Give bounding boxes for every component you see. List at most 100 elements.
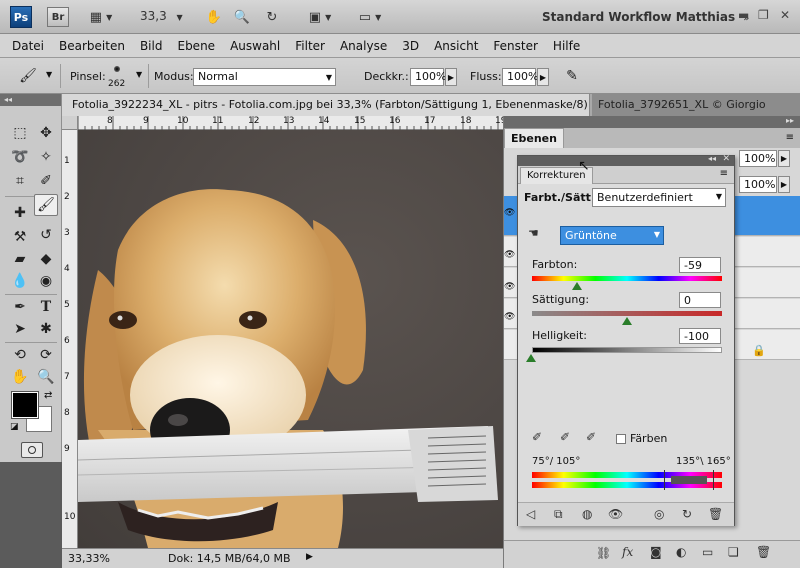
eye-icon[interactable]: 👁 xyxy=(504,312,515,322)
tab-layers[interactable]: Ebenen xyxy=(504,128,564,148)
clip-to-layer-icon[interactable]: ◍ xyxy=(582,507,592,521)
close-icon[interactable]: ✕ xyxy=(722,154,730,164)
eyedropper-plus-icon[interactable]: ✐ xyxy=(560,430,570,444)
play-icon[interactable]: ▶ xyxy=(306,552,313,562)
shape-tool[interactable]: ✱ xyxy=(34,318,58,340)
eye-icon[interactable]: 👁 xyxy=(608,507,623,521)
menu-analyse[interactable]: Analyse xyxy=(340,39,387,53)
airbrush-button[interactable]: ✎ xyxy=(560,65,584,87)
targeted-adjustment-icon[interactable]: ☚ xyxy=(528,226,539,240)
eye-icon[interactable]: 👁 xyxy=(504,250,515,260)
panel-menu-icon[interactable]: ≡ xyxy=(720,168,728,179)
menu-datei[interactable]: Datei xyxy=(12,39,44,53)
3d-rotate-tool[interactable]: ⟲ xyxy=(8,344,32,366)
flow-slider-button[interactable]: ▶ xyxy=(537,68,549,86)
hue-track[interactable] xyxy=(532,276,722,281)
saturation-track[interactable] xyxy=(532,311,722,316)
panel-drag-bar[interactable]: ◂◂ ✕ xyxy=(518,154,734,166)
lightness-track[interactable] xyxy=(532,347,722,353)
move-tool[interactable]: ✥ xyxy=(34,122,58,144)
magic-wand-tool[interactable]: ✧ xyxy=(34,146,58,168)
expand-view-icon[interactable]: ⧉ xyxy=(554,507,563,522)
collapse-icon[interactable]: ▸▸ xyxy=(786,116,794,125)
lightness-slider[interactable] xyxy=(526,354,536,362)
tab-inactive-document[interactable]: Fotolia_3792651_XL © Giorgio xyxy=(592,94,800,116)
range-selector[interactable] xyxy=(664,470,714,490)
opacity-slider-button[interactable]: ▶ xyxy=(445,68,457,86)
document-canvas[interactable] xyxy=(78,130,508,548)
type-tool[interactable]: T xyxy=(34,296,58,318)
ruler-horizontal[interactable]: 8 9 10 11 12 13 14 15 16 17 18 19 xyxy=(78,116,508,130)
menu-hilfe[interactable]: Hilfe xyxy=(553,39,580,53)
screen-mode-button[interactable]: ▭ ▼ xyxy=(352,7,388,27)
menu-bearbeiten[interactable]: Bearbeiten xyxy=(59,39,125,53)
menu-auswahl[interactable]: Auswahl xyxy=(230,39,280,53)
paint-bucket-tool[interactable]: ◆ xyxy=(34,248,58,270)
blur-tool[interactable]: 💧 xyxy=(8,270,32,292)
chevron-down-icon[interactable]: ▼ xyxy=(136,70,142,79)
fill-slider-button[interactable]: ▶ xyxy=(778,176,790,193)
eyedropper-minus-icon[interactable]: ✐ xyxy=(586,430,596,444)
menu-ebene[interactable]: Ebene xyxy=(177,39,215,53)
eraser-tool[interactable]: ▰ xyxy=(8,248,32,270)
menu-fenster[interactable]: Fenster xyxy=(493,39,538,53)
history-brush-tool[interactable]: ↺ xyxy=(34,224,58,246)
back-arrow-icon[interactable]: ◁ xyxy=(526,507,535,521)
swap-colors-icon[interactable]: ⇄ xyxy=(44,390,52,401)
zoom-tool[interactable]: 🔍 xyxy=(34,366,58,388)
preset-select[interactable]: Benutzerdefiniert ▼ xyxy=(592,188,726,207)
mode-select[interactable]: Normal ▼ xyxy=(193,68,336,86)
healing-brush-tool[interactable]: ✚ xyxy=(8,202,32,224)
chevron-down-icon[interactable]: ▼ xyxy=(46,70,52,79)
reset-icon[interactable]: ↻ xyxy=(682,507,692,521)
fx-icon[interactable]: fx xyxy=(622,545,633,559)
hue-input[interactable]: -59 xyxy=(679,257,721,273)
brush-tool[interactable]: 🖌 xyxy=(34,194,58,216)
tool-preset-picker[interactable]: 🖌 xyxy=(16,65,40,87)
eye-icon[interactable]: 👁 xyxy=(504,282,515,292)
opacity-input[interactable]: 100% xyxy=(410,68,446,86)
ruler-vertical[interactable]: 1 2 3 4 5 6 7 8 9 10 xyxy=(62,130,78,548)
adjustment-layer-icon[interactable]: ◐ xyxy=(676,545,686,559)
trash-icon[interactable]: 🗑 xyxy=(708,507,723,521)
saturation-input[interactable]: 0 xyxy=(679,292,721,308)
workspace-name[interactable]: Standard Workflow Matthias » xyxy=(542,10,749,24)
brush-picker[interactable]: 262 xyxy=(106,62,130,90)
tab-active-document[interactable]: Fotolia_3922234_XL - pitrs - Fotolia.com… xyxy=(62,94,590,116)
saturation-slider[interactable] xyxy=(622,317,632,325)
pen-tool[interactable]: ✒ xyxy=(8,296,32,318)
marquee-tool[interactable]: ⬚ xyxy=(8,122,32,144)
opacity-slider-button[interactable]: ▶ xyxy=(778,150,790,167)
colorize-checkbox[interactable] xyxy=(616,434,626,444)
trash-icon[interactable]: 🗑 xyxy=(756,545,771,559)
panel-menu-icon[interactable]: ≡ xyxy=(786,132,794,143)
layer-opacity-input[interactable]: 100% xyxy=(739,150,777,167)
hand-tool[interactable]: ✋ xyxy=(8,366,32,388)
link-layers-icon[interactable]: ⛓ xyxy=(596,546,611,560)
menu-ansicht[interactable]: Ansicht xyxy=(434,39,478,53)
zoom-tool-button[interactable]: 🔍 xyxy=(232,7,252,27)
rotate-view-button[interactable]: ↻ xyxy=(262,7,282,27)
previous-state-icon[interactable]: ◎ xyxy=(654,507,664,521)
restore-button[interactable]: ❐ xyxy=(758,8,769,22)
panel-collapse-handle[interactable]: ◂◂ xyxy=(0,94,61,106)
path-selection-tool[interactable]: ➤ xyxy=(8,318,32,340)
flow-input[interactable]: 100% xyxy=(502,68,538,86)
dodge-tool[interactable]: ◉ xyxy=(34,270,58,292)
foreground-color-swatch[interactable] xyxy=(11,391,39,419)
arrange-documents-button[interactable]: ▣ ▼ xyxy=(302,7,338,27)
bridge-button[interactable]: Br xyxy=(47,7,69,27)
channel-select[interactable]: Grüntöne ▼ xyxy=(560,226,664,245)
status-zoom[interactable]: 33,33% xyxy=(68,552,110,565)
view-extras-button[interactable]: ▦ ▼ xyxy=(84,7,118,27)
minimize-button[interactable]: ▬ xyxy=(738,8,749,22)
clone-stamp-tool[interactable]: ⚒ xyxy=(8,226,32,248)
add-mask-icon[interactable]: ◙ xyxy=(650,545,662,559)
eyedropper-icon[interactable]: ✐ xyxy=(532,430,542,444)
close-button[interactable]: ✕ xyxy=(780,8,790,22)
hue-slider[interactable] xyxy=(572,282,582,290)
menu-bild[interactable]: Bild xyxy=(140,39,163,53)
default-colors-icon[interactable]: ◪ xyxy=(10,422,19,432)
ruler-origin[interactable] xyxy=(62,116,78,130)
layer-fill-input[interactable]: 100% xyxy=(739,176,777,193)
